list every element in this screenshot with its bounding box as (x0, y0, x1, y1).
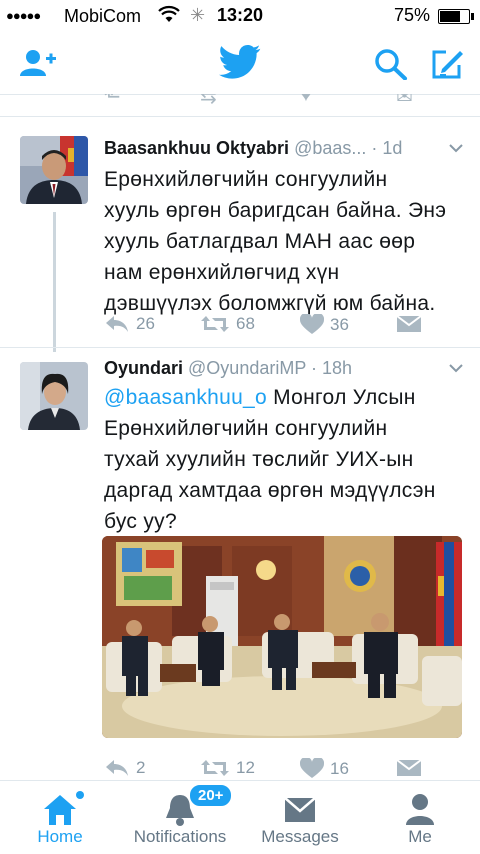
tab-notifications[interactable]: 20+ Notifications (120, 781, 240, 854)
top-nav-bar (0, 32, 480, 95)
tweet-actions: 26 68 36 (104, 314, 464, 338)
tweet-time: · 1d (371, 138, 403, 158)
like-button[interactable]: 16 (300, 758, 349, 779)
envelope-icon (396, 315, 422, 332)
add-user-icon[interactable] (20, 48, 56, 83)
envelope-icon (396, 759, 422, 776)
twitter-bird-icon[interactable] (219, 44, 261, 85)
display-name[interactable]: Oyundari (104, 358, 183, 378)
tweet-line: даргад хамтдаа өргөн мэдүүлсэн (104, 479, 436, 502)
status-bar: ●●●●● MobiCom ✳ 13:20 75% (0, 0, 480, 32)
battery-icon (438, 9, 474, 24)
display-name[interactable]: Baasankhuu Oktyabri (104, 138, 289, 158)
like-count: 36 (330, 314, 349, 334)
home-icon (0, 791, 120, 827)
new-content-dot (76, 791, 84, 799)
tweet-line: хууль батлагдвал МАН аас өөр (104, 230, 416, 253)
tweet-text: @baasankhuu_o Монгол Улсын Ерөнхийлөгчий… (104, 382, 464, 537)
tab-label: Notifications (133, 827, 227, 846)
like-count: 16 (330, 758, 349, 778)
tweet-header: Baasankhuu Oktyabri @baas... · 1d (104, 138, 464, 159)
heart-icon (300, 314, 324, 334)
tab-home[interactable]: Home (0, 781, 120, 854)
envelope-icon (240, 791, 360, 827)
tweet-line: Ерөнхийлөгчийн сонгуулийн (104, 417, 388, 440)
tweet-line-rest: Монгол Улсын (267, 386, 416, 409)
reply-icon (106, 760, 128, 776)
direct-message-button[interactable] (396, 314, 422, 334)
tweet-header: Oyundari @OyundariMP · 18h (104, 358, 464, 379)
reply-button[interactable]: 2 (104, 758, 145, 778)
like-icon: ♥ (300, 94, 312, 106)
chevron-down-icon[interactable] (448, 358, 464, 379)
user-handle[interactable]: @OyundariMP (188, 358, 306, 378)
tab-me[interactable]: Me (360, 781, 480, 854)
search-icon[interactable] (374, 48, 408, 85)
direct-message-button[interactable] (396, 758, 422, 778)
tweet-line: @baasankhuu_o Монгол Улсын (104, 382, 464, 413)
retweet-count: 68 (236, 314, 255, 333)
retweet-count: 12 (236, 758, 255, 777)
retweet-button[interactable]: 12 (200, 758, 255, 778)
avatar[interactable] (20, 136, 88, 204)
retweet-icon (201, 316, 229, 332)
tab-messages[interactable]: Messages (240, 781, 360, 854)
tweet-line: бус уу? (104, 510, 177, 533)
tweet-1[interactable]: Baasankhuu Oktyabri @baas... · 1d Ерөнхи… (0, 116, 480, 352)
chevron-down-icon[interactable] (448, 138, 464, 159)
person-icon (360, 791, 480, 827)
retweet-icon (201, 760, 229, 776)
tab-label: Home (37, 827, 83, 846)
reply-button[interactable]: 26 (104, 314, 155, 334)
bottom-tab-bar: Home 20+ Notifications Messages Me (0, 780, 480, 854)
notification-badge: 20+ (188, 783, 234, 808)
reply-icon: ⬑ (104, 94, 121, 108)
tweet-2[interactable]: Oyundari @OyundariMP · 18h @baasankhuu_o… (0, 348, 480, 780)
user-handle[interactable]: @baas... (294, 138, 366, 158)
thread-line (53, 212, 56, 352)
previous-tweet-actions: ⬑ ⇆ ♥ ✉ (0, 94, 480, 117)
battery-percent: 75% (393, 5, 430, 25)
tweet-line: тухай хуулийн төслийг УИХ-ын (104, 448, 414, 471)
reply-icon (106, 316, 128, 332)
like-button[interactable]: 36 (300, 314, 349, 335)
reply-count: 26 (136, 314, 155, 333)
tweet-time: · 18h (311, 358, 353, 378)
tweet-actions: 2 12 16 (104, 758, 464, 782)
retweet-button[interactable]: 68 (200, 314, 255, 334)
dm-icon: ✉ (396, 94, 413, 108)
retweet-icon: ⇆ (200, 94, 217, 108)
tweet-line: нам ерөнхийлөгчид хүн (104, 261, 340, 284)
avatar[interactable] (20, 362, 88, 430)
heart-icon (300, 758, 324, 778)
tab-label: Messages (261, 827, 339, 846)
tab-label: Me (408, 827, 432, 846)
compose-icon[interactable] (430, 48, 464, 85)
tweet-line: Ерөнхийлөгчийн сонгуулийн (104, 168, 388, 191)
tweet-line: хууль өргөн баригдсан байна. Энэ (104, 199, 447, 222)
tweet-photo[interactable] (102, 536, 462, 738)
reply-count: 2 (136, 758, 146, 777)
tweet-text: Ерөнхийлөгчийн сонгуулийн хууль өргөн ба… (104, 164, 464, 319)
mention-link[interactable]: @baasankhuu_o (104, 386, 267, 409)
